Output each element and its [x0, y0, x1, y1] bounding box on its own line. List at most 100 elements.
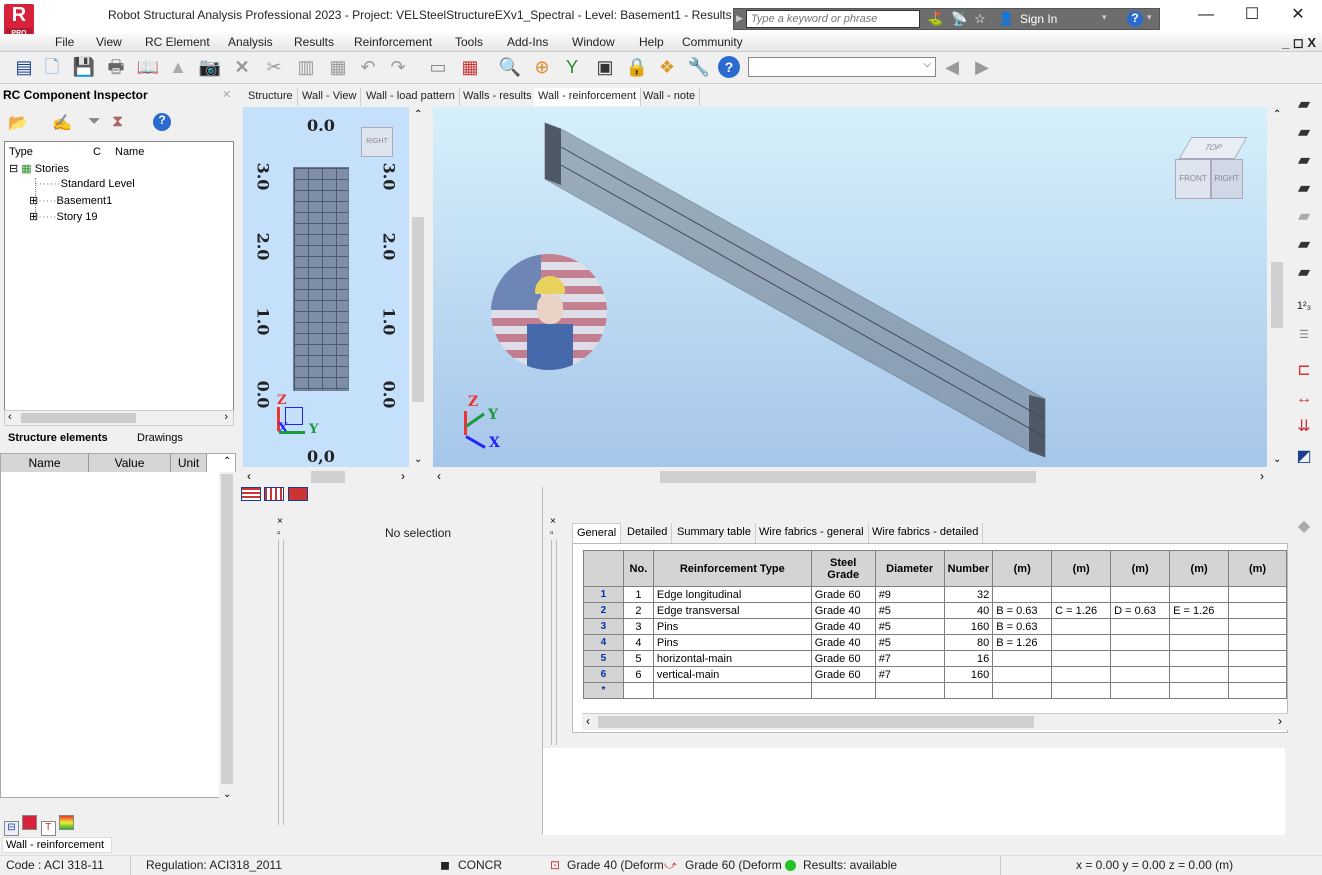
menu-rc-element[interactable]: RC Element	[145, 35, 210, 49]
panel-splitter[interactable]	[278, 540, 284, 825]
cell-m3[interactable]	[1110, 618, 1171, 635]
close-button[interactable]: ✕	[1275, 4, 1321, 28]
corner-wall-icon[interactable]: ▰	[1292, 262, 1316, 286]
tab-wall-load-pattern[interactable]: Wall - load pattern	[362, 88, 460, 106]
tab-wall-note[interactable]: Wall - note	[639, 88, 701, 106]
cell-empty[interactable]	[622, 682, 654, 699]
table-row[interactable]: 1 1 Edge longitudinal Grade 60 #9 32	[583, 586, 1287, 603]
row-header[interactable]: 5	[583, 650, 624, 667]
viewcube-front[interactable]: FRONT	[1175, 159, 1211, 199]
cell-m1[interactable]: B = 0.63	[992, 602, 1053, 619]
property-vertical-scrollbar[interactable]: ⌃ ⌄	[219, 456, 236, 800]
3d-view-canvas[interactable]: Z Y X TOP FRONT RIGHT	[433, 107, 1267, 467]
cell-m2[interactable]	[1051, 618, 1112, 635]
expand-icon[interactable]: ⊞	[29, 211, 38, 223]
list-icon[interactable]: ☰	[1292, 328, 1316, 352]
beam-load-icon[interactable]: ▰	[1292, 122, 1316, 146]
horizontal-bars-icon[interactable]	[241, 487, 261, 501]
open-folder-icon[interactable]: 📂	[8, 113, 28, 133]
zoom-window-icon[interactable]: 🔍	[498, 55, 522, 79]
3d-view-vertical-scrollbar[interactable]: ⌃ ⌄	[1268, 107, 1286, 467]
cell-type[interactable]: Pins	[652, 634, 812, 651]
cell-m5[interactable]	[1228, 666, 1287, 683]
inspector-icon[interactable]: ▤	[12, 55, 36, 79]
cell-m4[interactable]	[1169, 634, 1230, 651]
next-arrow-icon[interactable]: ▶	[970, 55, 994, 79]
column-no[interactable]: No.	[622, 550, 654, 587]
section-bars-icon[interactable]	[287, 487, 308, 501]
table-row[interactable]: 4 4 Pins Grade 40 #5 80 B = 1.26	[583, 634, 1287, 651]
cell-m3[interactable]	[1110, 666, 1171, 683]
column-m4[interactable]: (m)	[1169, 550, 1230, 587]
table-row[interactable]: 6 6 vertical-main Grade 60 #7 160	[583, 666, 1287, 683]
previous-arrow-icon[interactable]: ◀	[940, 55, 964, 79]
cell-m5[interactable]	[1228, 650, 1287, 667]
menu-tools[interactable]: Tools	[455, 35, 483, 49]
section-view-icon[interactable]: ◩	[1292, 446, 1316, 470]
cell-empty[interactable]	[943, 682, 994, 699]
cell-m5[interactable]	[1228, 618, 1287, 635]
new-row[interactable]: *	[583, 682, 1287, 699]
footing-icon[interactable]: ▰	[1292, 150, 1316, 174]
cell-m4[interactable]	[1169, 650, 1230, 667]
menu-add-ins[interactable]: Add-Ins	[507, 35, 548, 49]
calculator-icon[interactable]: ▦	[458, 55, 482, 79]
cell-dia[interactable]: #9	[874, 586, 945, 603]
column-reinforcement-type[interactable]: Reinforcement Type	[652, 550, 812, 587]
side-view-canvas[interactable]: 0.0 RIGHT 3.0 2.0 1.0 0.0 3.0 2.0 1.0 0.…	[243, 107, 409, 467]
cell-m5[interactable]	[1228, 634, 1287, 651]
wall-load-icon[interactable]: ▰	[1292, 178, 1316, 202]
menu-help[interactable]: Help	[639, 35, 664, 49]
chevron-down-icon[interactable]: ▾	[1102, 12, 1107, 23]
lock-icon[interactable]: 🔒	[625, 55, 649, 79]
column-type[interactable]: Type	[9, 146, 33, 158]
column-m2[interactable]: (m)	[1051, 550, 1112, 587]
tab-structure[interactable]: Structure	[244, 88, 298, 106]
cell-number[interactable]: 40	[943, 602, 994, 619]
menu-view[interactable]: View	[96, 35, 122, 49]
save-icon[interactable]: 💾	[72, 55, 96, 79]
cell-empty[interactable]	[810, 682, 876, 699]
new-row-marker[interactable]: *	[583, 682, 624, 699]
cell-empty[interactable]	[1051, 682, 1112, 699]
column-value[interactable]: Value	[89, 454, 171, 472]
cell-dia[interactable]: #5	[874, 618, 945, 635]
cell-number[interactable]: 80	[943, 634, 994, 651]
viewcube-right[interactable]: RIGHT	[1211, 159, 1243, 199]
row-header[interactable]: 1	[583, 586, 624, 603]
copy-icon[interactable]: ▥	[294, 55, 318, 79]
cell-m3[interactable]: D = 0.63	[1110, 602, 1171, 619]
redo-icon[interactable]: ↷	[386, 55, 410, 79]
tree-view-icon[interactable]: ⊟	[4, 821, 19, 836]
collapse-icon[interactable]: ⊟	[9, 163, 18, 175]
camera-icon[interactable]: 📷	[198, 55, 222, 79]
properties-icon[interactable]: ▭	[426, 55, 450, 79]
restore-icon[interactable]: ▫	[277, 528, 283, 540]
delete-icon[interactable]: ✕	[230, 55, 254, 79]
rebar-hook-icon[interactable]: ⊏	[1292, 360, 1316, 384]
tab-wire-fabrics-detailed[interactable]: Wire fabrics - detailed	[868, 523, 984, 543]
maximize-button[interactable]: ☐	[1229, 4, 1275, 28]
section-icon[interactable]	[22, 815, 38, 830]
3d-object-icon[interactable]: ❖	[655, 55, 679, 79]
expand-icon[interactable]: ⊞	[29, 195, 38, 207]
help-icon[interactable]: ?	[153, 113, 171, 131]
table-row[interactable]: 3 3 Pins Grade 40 #5 160 B = 0.63	[583, 618, 1287, 635]
table-row[interactable]: 2 2 Edge transversal Grade 40 #5 40 B = 0.63 C …	[583, 602, 1287, 619]
keyword-search-input[interactable]: Type a keyword or phrase	[746, 10, 920, 28]
undo-icon[interactable]: ↶	[356, 55, 380, 79]
3d-view-horizontal-scrollbar[interactable]: ‹ ›	[433, 469, 1286, 485]
cell-m2[interactable]	[1051, 634, 1112, 651]
column-name[interactable]: Name	[1, 454, 89, 472]
menu-file[interactable]: File	[55, 35, 74, 49]
column-diameter[interactable]: Diameter	[874, 550, 945, 587]
cell-m3[interactable]	[1110, 634, 1171, 651]
cell-no[interactable]: 6	[622, 666, 654, 683]
cell-m3[interactable]	[1110, 586, 1171, 603]
panel-splitter[interactable]	[551, 540, 557, 745]
menu-results[interactable]: Results	[294, 35, 334, 49]
cell-grade[interactable]: Grade 40	[810, 634, 876, 651]
cut-icon[interactable]: ✂	[262, 55, 286, 79]
cell-m3[interactable]	[1110, 650, 1171, 667]
tab-wall-view[interactable]: Wall - View	[298, 88, 362, 106]
